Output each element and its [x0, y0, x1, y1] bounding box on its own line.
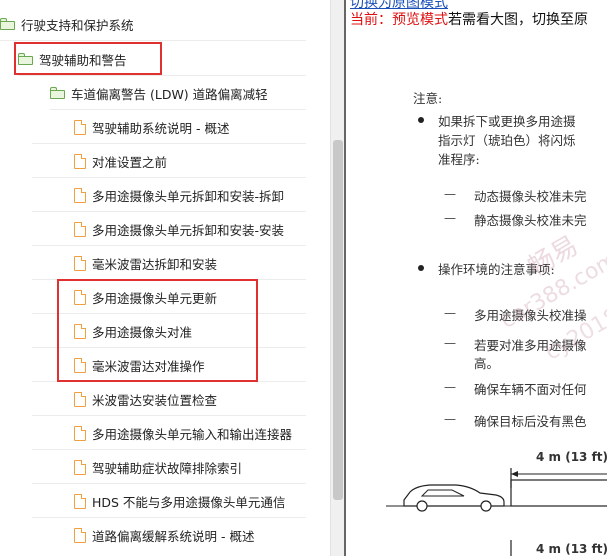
- tree-item-doc[interactable]: 驾驶辅助症状故障排除索引: [74, 451, 242, 483]
- dash-marker: —: [444, 336, 456, 350]
- tree-item-label: 行驶支持和保护系统: [21, 17, 134, 33]
- document-icon: [74, 221, 86, 237]
- tree-item-doc[interactable]: 道路偏离缓解系统说明 - 概述: [74, 519, 254, 551]
- notice-text: 指示灯（琥珀色）将闪烁: [438, 133, 576, 148]
- tree-item-label: 对准设置之前: [92, 154, 168, 170]
- dash-marker: —: [444, 412, 456, 426]
- tree-item-label: 道路偏离缓解系统说明 - 概述: [92, 528, 255, 544]
- notice-text: 确保目标后没有黑色: [474, 414, 587, 429]
- tree-item-driving-assist[interactable]: 驾驶辅助和警告: [18, 43, 127, 75]
- tree-item-label: 多用途摄像头对准: [92, 324, 193, 340]
- document-icon: [74, 357, 86, 373]
- folder-icon: [0, 18, 15, 30]
- notice-text: 动态摄像头校准未完: [474, 189, 587, 204]
- dash-marker: —: [444, 380, 456, 394]
- notice-text: 高。: [474, 356, 500, 371]
- tree-item-doc[interactable]: 毫米波雷达拆卸和安装: [74, 247, 217, 279]
- tree-scrollbar[interactable]: [330, 0, 344, 556]
- notice-text: 确保车辆不面对任何: [474, 382, 587, 397]
- tree-item-doc[interactable]: 米波雷达安装位置检查: [74, 383, 217, 415]
- document-icon: [74, 289, 86, 305]
- document-icon: [74, 119, 86, 135]
- preview-status: 当前：预览模式若需看大图，切换至原: [350, 9, 588, 29]
- scrollbar-thumb[interactable]: [333, 140, 343, 500]
- tree-item-doc[interactable]: 多用途摄像头单元拆卸和安装-安装: [74, 213, 284, 245]
- document-icon: [74, 391, 86, 407]
- tree-item-doc[interactable]: 多用途摄像头单元拆卸和安装-拆卸: [74, 179, 284, 211]
- tree-item-doc[interactable]: 多用途摄像头对准: [74, 315, 192, 347]
- tree-item-doc[interactable]: 多用途摄像头单元输入和输出连接器: [74, 417, 292, 449]
- tree-item-doc[interactable]: 毫米波雷达对准操作: [74, 349, 205, 381]
- notice-title: 注意:: [413, 91, 443, 106]
- document-icon: [74, 493, 86, 509]
- tree-item-label: 驾驶辅助症状故障排除索引: [92, 460, 243, 476]
- tree-item-label: 毫米波雷达对准操作: [92, 358, 205, 374]
- tree-item-label: 多用途摄像头单元拆卸和安装-拆卸: [92, 188, 285, 204]
- tree-item-label: 驾驶辅助系统说明 - 概述: [92, 120, 230, 136]
- navigation-tree: 行驶支持和保护系统 驾驶辅助和警告 车道偏离警告 (LDW) 道路偏离减轻 驾驶…: [0, 0, 330, 556]
- document-icon: [74, 187, 86, 203]
- dash-marker: —: [444, 211, 456, 225]
- dash-marker: —: [444, 187, 456, 201]
- tree-item-label: 米波雷达安装位置检查: [92, 392, 218, 408]
- status-mode: 当前：预览模式: [350, 12, 448, 28]
- document-icon: [74, 527, 86, 543]
- tree-item-label: 多用途摄像头单元输入和输出连接器: [92, 426, 293, 442]
- document-icon: [74, 153, 86, 169]
- tree-item-label: 车道偏离警告 (LDW) 道路偏离减轻: [71, 86, 268, 102]
- folder-icon: [50, 87, 65, 99]
- tree-item-doc[interactable]: HDS 不能与多用途摄像头单元通信: [74, 485, 285, 517]
- tree-item-ldw[interactable]: 车道偏离警告 (LDW) 道路偏离减轻: [50, 77, 268, 109]
- tree-item-doc[interactable]: 对准设置之前: [74, 145, 167, 177]
- bullet-icon: [418, 265, 424, 271]
- folder-icon: [18, 53, 33, 65]
- document-icon: [74, 459, 86, 475]
- status-hint: 若需看大图，切换至原: [448, 12, 588, 28]
- dash-marker: —: [444, 306, 456, 320]
- tree-item-label: 多用途摄像头单元拆卸和安装-安装: [92, 222, 285, 238]
- notice-text: 静态摄像头校准未完: [474, 213, 587, 228]
- tree-item-label: 多用途摄像头单元更新: [92, 290, 218, 306]
- tree-item-label: HDS 不能与多用途摄像头单元通信: [92, 494, 286, 510]
- bullet-icon: [418, 117, 424, 123]
- document-icon: [74, 425, 86, 441]
- notice-text: 准程序:: [438, 152, 480, 167]
- tree-item-doc[interactable]: 驾驶辅助系统说明 - 概述: [74, 111, 229, 143]
- document-icon: [74, 255, 86, 271]
- document-icon: [74, 323, 86, 339]
- dimension-label: 4 m (13 ft): [536, 450, 607, 464]
- tree-item-driving-support[interactable]: 行驶支持和保护系统: [0, 8, 134, 40]
- tree-item-doc[interactable]: 多用途摄像头单元更新: [74, 281, 217, 313]
- tree-item-label: 驾驶辅助和警告: [39, 52, 127, 68]
- tree-item-label: 毫米波雷达拆卸和安装: [92, 256, 218, 272]
- document-preview: 切换为原图模式 当前：预览模式若需看大图，切换至原 注意: 如果拆下或更换多用途…: [344, 0, 607, 556]
- notice-text: 如果拆下或更换多用途摄: [438, 114, 576, 129]
- dimension-label: 4 m (13 ft): [536, 542, 607, 556]
